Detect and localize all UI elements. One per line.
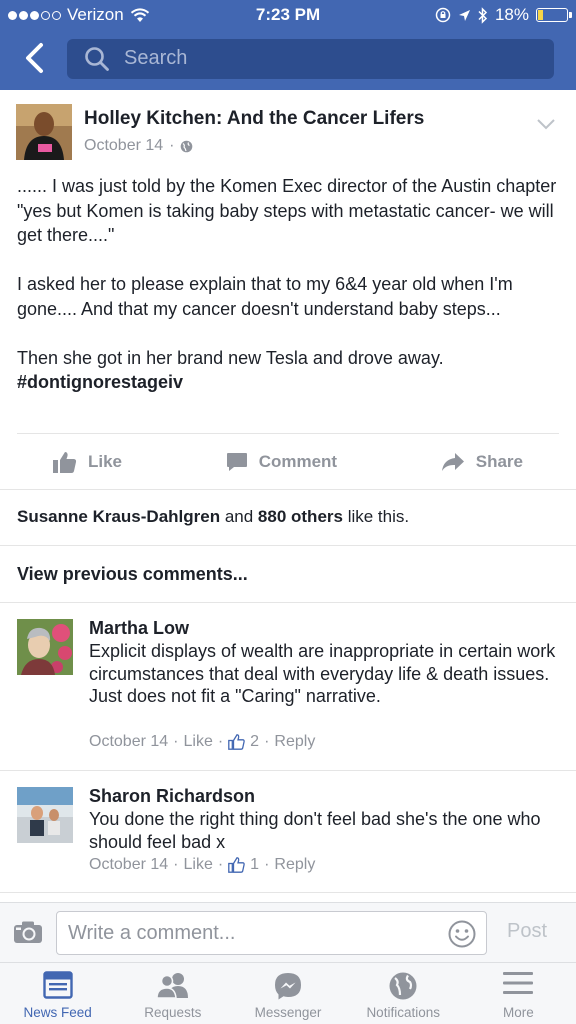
search-placeholder: Search <box>124 47 188 69</box>
comment-composer: Write a comment... Post <box>0 902 576 962</box>
tab-requests[interactable]: Requests <box>115 963 230 1024</box>
post-header: Holley Kitchen: And the Cancer Lifers Oc… <box>0 90 576 160</box>
commenter-photo <box>17 619 73 675</box>
post-action-bar: Like Comment Share <box>17 433 559 489</box>
separator-dot: · <box>264 733 270 750</box>
chevron-down-icon[interactable] <box>536 118 556 130</box>
share-button[interactable]: Share <box>441 452 523 472</box>
tab-label: More <box>503 1005 534 1020</box>
battery-percent: 18% <box>494 5 529 24</box>
globe-icon <box>181 140 193 152</box>
battery-icon <box>536 8 572 22</box>
post-comment-button[interactable]: Post <box>507 920 547 943</box>
commenter-photo <box>17 787 73 843</box>
search-icon <box>85 47 109 71</box>
post-text: ...... I was just told by the Komen Exec… <box>17 174 562 395</box>
tab-label: News Feed <box>23 1005 92 1020</box>
likes-summary[interactable]: Susanne Kraus-Dahlgren and 880 others li… <box>17 507 409 527</box>
thumbs-up-icon <box>53 451 77 473</box>
comment-item: Sharon Richardson You done the right thi… <box>0 770 576 892</box>
search-input[interactable]: Search <box>67 39 554 79</box>
chevron-left-icon <box>26 43 43 73</box>
separator-dot: · <box>173 856 179 873</box>
status-bar: Verizon 7:23 PM 18% <box>0 0 576 30</box>
rotation-lock-icon <box>435 7 451 23</box>
comment-date: October 14 <box>89 733 169 750</box>
thumbs-up-icon <box>228 857 245 873</box>
likes-summary-name: Susanne Kraus-Dahlgren <box>17 507 221 526</box>
comment-button[interactable]: Comment <box>226 452 337 472</box>
likes-summary-others: 880 others <box>257 507 343 526</box>
messenger-icon <box>275 973 301 1000</box>
commenter-avatar[interactable] <box>17 619 73 675</box>
divider <box>0 489 576 490</box>
comment-reply-link[interactable]: Reply <box>274 856 315 874</box>
thumbs-up-icon <box>228 734 245 750</box>
friends-icon <box>156 973 188 999</box>
tab-label: Messenger <box>254 1005 322 1020</box>
comment-label: Comment <box>258 451 338 471</box>
post-date: October 14 <box>84 137 164 154</box>
comment-like-count: 2 <box>250 733 260 750</box>
comment-text: Explicit displays of wealth are inapprop… <box>89 641 556 706</box>
commenter-name[interactable]: Sharon Richardson <box>89 786 255 807</box>
post-paragraph: Then she got in her brand new Tesla and … <box>17 347 444 368</box>
comment-like-link[interactable]: Like <box>183 856 212 874</box>
menu-icon <box>503 972 534 994</box>
tab-label: Requests <box>144 1005 202 1020</box>
post-timestamp[interactable]: October 14 · <box>84 137 193 155</box>
comment-date: October 14 <box>89 856 169 873</box>
likes-summary-suffix: like this. <box>342 507 410 526</box>
author-photo <box>16 104 72 160</box>
tab-news-feed[interactable]: News Feed <box>0 963 115 1024</box>
comment-input[interactable]: Write a comment... <box>56 911 487 955</box>
hashtag-link[interactable]: #dontignorestageiv <box>17 370 562 395</box>
emoji-icon[interactable] <box>448 920 476 948</box>
tab-bar: News Feed Requests Messenger Notificatio… <box>0 962 576 1024</box>
comment-placeholder: Write a comment... <box>68 922 236 944</box>
comment-like-count: 1 <box>250 856 260 873</box>
divider <box>0 892 576 893</box>
post-paragraph: ...... I was just told by the Komen Exec… <box>17 176 557 245</box>
author-avatar[interactable] <box>16 104 72 160</box>
tab-messenger[interactable]: Messenger <box>230 963 345 1024</box>
share-icon <box>441 452 464 471</box>
separator-dot: · <box>217 733 224 750</box>
location-arrow-icon <box>458 9 470 21</box>
tab-notifications[interactable]: Notifications <box>346 963 461 1024</box>
status-right-group: 18% <box>435 5 572 25</box>
divider <box>0 545 576 546</box>
post-author-name[interactable]: Holley Kitchen: And the Cancer Lifers <box>84 108 424 130</box>
comment-meta: October 14 · Like · 1 · Reply <box>89 856 315 874</box>
separator-dot: · <box>217 856 224 873</box>
like-button[interactable]: Like <box>53 451 122 473</box>
camera-icon[interactable] <box>13 920 43 944</box>
separator-dot: · <box>264 856 270 873</box>
post-paragraph: I asked her to please explain that to my… <box>17 274 513 319</box>
commenter-name[interactable]: Martha Low <box>89 618 189 639</box>
news-feed-icon <box>42 971 73 999</box>
view-previous-comments[interactable]: View previous comments... <box>17 564 248 585</box>
share-label: Share <box>475 451 523 471</box>
comment-reply-link[interactable]: Reply <box>274 733 315 751</box>
comment-like-link[interactable]: Like <box>183 733 212 751</box>
tab-more[interactable]: More <box>461 963 576 1024</box>
post-card: Holley Kitchen: And the Cancer Lifers Oc… <box>0 90 576 902</box>
commenter-avatar[interactable] <box>17 787 73 843</box>
like-label: Like <box>88 451 123 471</box>
likes-summary-and: and <box>220 507 258 526</box>
bluetooth-icon <box>478 6 488 24</box>
separator-dot: · <box>173 733 179 750</box>
comment-icon <box>226 452 247 471</box>
separator-dot: · <box>169 137 175 154</box>
back-button[interactable] <box>22 42 50 74</box>
globe-icon <box>389 972 417 1000</box>
tab-label: Notifications <box>366 1005 440 1020</box>
comment-item: Martha Low Explicit displays of wealth a… <box>0 602 576 770</box>
comment-meta: October 14 · Like · 2 · Reply <box>89 733 315 751</box>
comment-text: You done the right thing don't feel bad … <box>89 809 541 852</box>
top-bar: Verizon 7:23 PM 18% Search <box>0 0 576 90</box>
